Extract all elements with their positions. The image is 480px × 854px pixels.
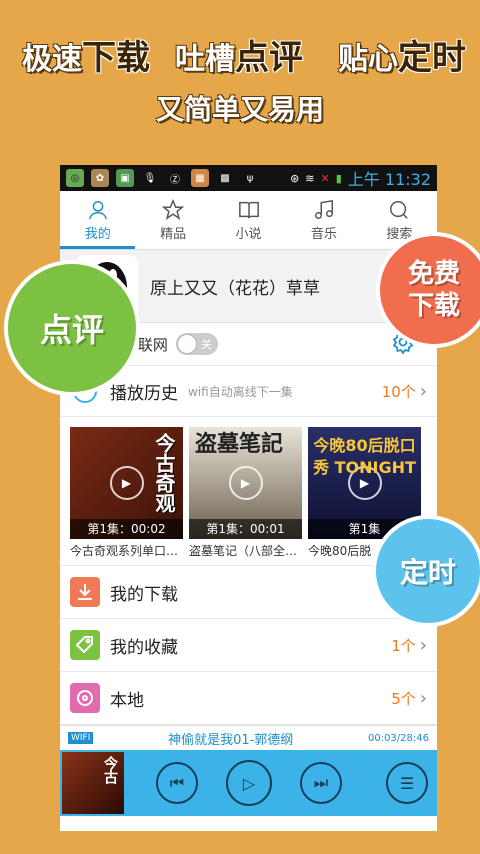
tab-bar: 我的 精品 小说 音乐 搜索	[60, 191, 437, 250]
play-icon[interactable]: ▶	[109, 466, 144, 500]
status-time: 上午 11:32	[347, 170, 431, 189]
battery-icon: ▮	[335, 171, 342, 185]
disc-icon	[70, 683, 100, 713]
episode-label: 第1集：00:01	[189, 519, 302, 539]
promo-text: 贴心定时	[338, 38, 466, 78]
favorites-label: 我的收藏	[110, 637, 178, 658]
local-row[interactable]: 本地 5个 ›	[60, 672, 437, 725]
tab-mine[interactable]: 我的	[60, 191, 136, 249]
tab-music[interactable]: 音乐	[286, 191, 361, 249]
chevron-right-icon: ›	[419, 380, 427, 402]
local-count: 5个	[391, 689, 416, 708]
favorites-row[interactable]: 我的收藏 1个 ›	[60, 619, 437, 672]
qr-icon: ▩	[220, 172, 230, 184]
skip-back-icon: ⏮	[169, 773, 185, 792]
skip-forward-icon: ⏭	[313, 773, 329, 792]
cover-title: 今古奇观	[152, 433, 176, 513]
tab-novel[interactable]: 小说	[211, 191, 286, 249]
signal-icon: ✕	[320, 171, 330, 185]
app-notification-icon: ◎	[66, 169, 84, 187]
app-notification-icon: Ⓩ	[170, 174, 180, 186]
next-button[interactable]: ⏭	[300, 762, 342, 804]
tab-featured[interactable]: 精品	[135, 191, 210, 249]
local-label: 本地	[110, 690, 144, 711]
promo-headline: 极速下载 吐槽点评 贴心定时	[0, 30, 480, 86]
play-icon[interactable]: ▶	[228, 466, 263, 500]
mic-icon: 🎙	[143, 172, 157, 184]
card-caption: 今古奇观系列单口…	[70, 544, 179, 558]
now-playing-thumbnail[interactable]: 今古	[62, 752, 124, 814]
free-download-badge: 免费 下载	[376, 232, 480, 348]
review-badge: 点评	[4, 260, 140, 396]
tab-label: 精品	[160, 226, 187, 242]
playlist-button[interactable]: ☰	[386, 762, 428, 804]
history-sub: wifi自动离线下一集	[188, 384, 293, 399]
badge-line: 下载	[407, 291, 460, 321]
player-controls: 今古 ⏮ ▷ ⏭ ☰	[60, 750, 437, 816]
history-label: 播放历史	[110, 383, 178, 404]
cover-image: 今古奇观 ▶ 第1集：00:02	[70, 427, 183, 539]
usb-icon: ψ	[246, 172, 254, 184]
promo-text: 极速下载	[22, 38, 150, 78]
tag-icon	[70, 630, 100, 660]
cover-title: 盗墓笔記	[195, 431, 284, 457]
now-playing-title: 神偷就是我01-郭德纲	[168, 732, 294, 748]
wifi-toggle[interactable]: 关	[175, 333, 218, 355]
user-icon	[88, 200, 107, 219]
episode-label: 第1集：00:02	[70, 519, 183, 539]
chevron-right-icon: ›	[419, 634, 427, 656]
now-playing-time: 00:03/28:46	[367, 732, 429, 744]
play-button[interactable]: ▷	[226, 760, 272, 806]
favorites-count: 1个	[391, 636, 416, 655]
search-icon	[390, 200, 409, 219]
app-notification-icon: ✿	[91, 169, 109, 187]
wifi-tag: WIFI	[68, 732, 94, 744]
previous-button[interactable]: ⏮	[156, 762, 198, 804]
package-icon: ▦	[191, 169, 209, 187]
history-card[interactable]: 盗墓笔記 ▶ 第1集：00:01 盗墓笔记（八部全…	[189, 427, 302, 559]
list-icon: ☰	[399, 773, 415, 793]
history-card[interactable]: 今古奇观 ▶ 第1集：00:02 今古奇观系列单口…	[70, 427, 183, 559]
cover-image: 盗墓笔記 ▶ 第1集：00:01	[189, 427, 302, 539]
status-bar: ◎ ✿ ▣ 🎙 Ⓩ ▦ ▩ ψ ⊛ ≋ ✕ ▮ 上午 11:32	[60, 165, 437, 191]
tab-label: 小说	[235, 226, 262, 242]
play-icon: ▷	[242, 773, 256, 793]
card-caption: 盗墓笔记（八部全…	[189, 544, 298, 558]
download-icon	[70, 577, 100, 607]
now-playing-bar[interactable]: WIFI 神偷就是我01-郭德纲 00:03/28:46	[60, 725, 437, 750]
timer-badge: 定时	[372, 515, 480, 627]
app-notification-icon: ▣	[116, 169, 134, 187]
star-icon	[162, 198, 185, 220]
download-label: 我的下载	[110, 584, 178, 605]
sync-icon: ⊛	[290, 171, 300, 185]
tab-label: 我的	[84, 226, 111, 242]
profile-name: 原上又又（花花）草草	[150, 278, 320, 299]
cover-title: 今晚80后脱口秀 TONIGHT	[313, 436, 416, 477]
history-count: 10个	[381, 382, 416, 401]
chevron-right-icon: ›	[419, 687, 427, 709]
badge-line: 免费	[407, 259, 460, 289]
promo-subline: 又简单又易用	[155, 93, 324, 126]
tab-label: 音乐	[310, 226, 337, 242]
book-icon	[238, 201, 259, 218]
music-icon	[314, 199, 333, 219]
promo-text: 吐槽点评	[175, 38, 303, 78]
toggle-state: 关	[200, 338, 212, 351]
wifi-icon: ≋	[305, 171, 315, 185]
